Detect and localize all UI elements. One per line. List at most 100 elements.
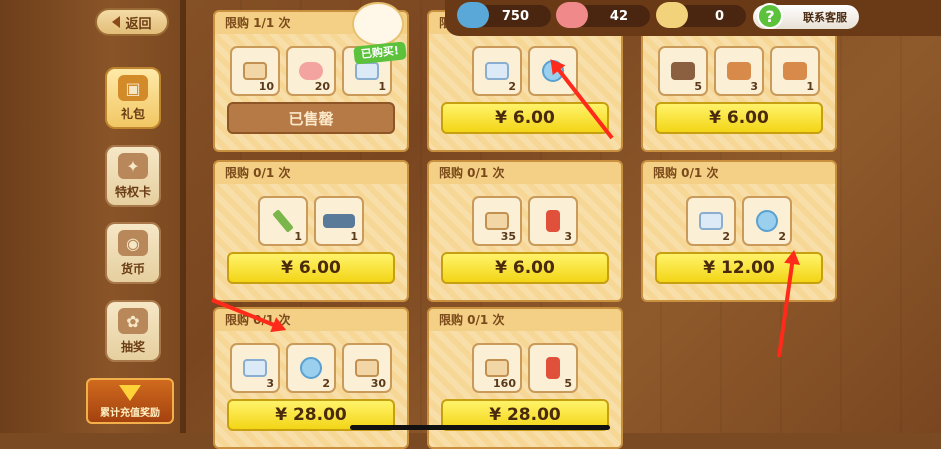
recharge-reward-button[interactable]: 累计充值奖励 xyxy=(86,378,174,424)
reward-item[interactable]: 30 xyxy=(342,343,392,393)
sidebar-item-label: 礼包 xyxy=(120,107,145,121)
gift-pack-card: 限购 0/1 次 35 3 ¥ 6.00 xyxy=(427,160,623,302)
item-count: 1 xyxy=(350,230,358,243)
buy-button[interactable]: ¥ 6.00 xyxy=(655,102,823,134)
reward-item[interactable]: 2 xyxy=(742,196,792,246)
reward-item[interactable]: 1 xyxy=(258,196,308,246)
sidebar-item-privilege-card[interactable]: ✦ 特权卡 xyxy=(105,145,161,207)
sauce-bottle-icon xyxy=(546,357,560,379)
lottery-icon: ✿ xyxy=(118,308,148,334)
currency-icon: ◉ xyxy=(118,230,148,256)
sauce-bottle-icon xyxy=(546,210,560,232)
customer-service-button[interactable]: ? 联系客服 xyxy=(753,3,859,29)
ticket-icon xyxy=(355,62,379,80)
home-indicator xyxy=(350,425,610,430)
reward-item[interactable]: 3 xyxy=(230,343,280,393)
reward-item[interactable]: 3 xyxy=(714,46,764,96)
privilege-card-icon: ✦ xyxy=(118,153,148,179)
sidebar-item-label: 货币 xyxy=(120,262,145,276)
item-count: 20 xyxy=(314,80,330,93)
pencil-icon xyxy=(272,209,294,233)
reward-item[interactable]: 10 xyxy=(230,46,280,96)
pink-fish-icon xyxy=(299,62,323,80)
ticket-icon xyxy=(485,62,509,80)
sidebar-item-label: 抽奖 xyxy=(120,340,145,354)
sidebar-item-currency[interactable]: ◉ 货币 xyxy=(105,222,161,284)
purchase-limit: 限购 0/1 次 xyxy=(225,166,291,180)
blue-coin-icon xyxy=(300,357,322,379)
item-count: 3 xyxy=(266,377,274,390)
currency-value: 42 xyxy=(609,8,628,24)
back-label: 返回 xyxy=(125,16,152,32)
currency-blue-fish: 750 xyxy=(457,2,551,28)
reward-item[interactable]: 2 xyxy=(286,343,336,393)
purchase-limit: 限购 0/1 次 xyxy=(439,313,505,327)
bento-icon xyxy=(727,62,751,80)
gift-pack-card: 限购 0/1 次 2 2 ¥ 12.00 xyxy=(641,160,837,302)
item-count: 1 xyxy=(806,80,814,93)
food-box-icon xyxy=(671,62,695,80)
sidebar-item-gift[interactable]: ▣ 礼包 xyxy=(105,67,161,129)
sidebar-item-label: 特权卡 xyxy=(114,185,151,199)
item-count: 3 xyxy=(750,80,758,93)
item-count: 10 xyxy=(258,80,274,93)
item-count: 1 xyxy=(378,80,386,93)
reward-item[interactable]: 5 xyxy=(658,46,708,96)
currency-value: 0 xyxy=(714,8,724,24)
bento-icon xyxy=(783,62,807,80)
reward-item[interactable]: 20 xyxy=(286,46,336,96)
item-count: 2 xyxy=(778,230,786,243)
reward-item[interactable]: 3 xyxy=(528,196,578,246)
ticket-icon xyxy=(699,212,723,230)
paw-ticket-icon xyxy=(485,212,509,230)
name-card-icon xyxy=(323,214,355,228)
sidebar-divider xyxy=(180,0,186,433)
item-count: 30 xyxy=(370,377,386,390)
back-button[interactable]: 返回 xyxy=(95,8,169,36)
sidebar xyxy=(0,0,185,433)
sold-out-button: 已售罄 xyxy=(227,102,395,134)
paw-ticket-icon xyxy=(355,359,379,377)
customer-service-label: 联系客服 xyxy=(803,11,847,24)
currency-ticket: 0 xyxy=(656,2,746,28)
trophy-icon xyxy=(119,385,141,401)
item-count: 3 xyxy=(564,230,572,243)
paw-ticket-icon xyxy=(485,359,509,377)
reward-item[interactable]: 5 xyxy=(528,343,578,393)
buy-button[interactable]: ¥ 6.00 xyxy=(441,252,609,284)
item-count: 160 xyxy=(493,377,516,390)
buy-button[interactable]: ¥ 6.00 xyxy=(441,102,609,134)
purchase-limit: 限购 0/1 次 xyxy=(439,166,505,180)
item-count: 2 xyxy=(722,230,730,243)
gift-icon: ▣ xyxy=(118,75,148,101)
gift-pack-card: 限购 0/1 次 1 1 ¥ 6.00 xyxy=(213,160,409,302)
pink-fish-icon xyxy=(556,2,588,28)
ticket-icon xyxy=(243,359,267,377)
item-count: 5 xyxy=(694,80,702,93)
purchased-label: 已购买! xyxy=(353,41,407,65)
item-count: 2 xyxy=(322,377,330,390)
reward-item[interactable]: 1 xyxy=(770,46,820,96)
reward-item[interactable]: 2 xyxy=(686,196,736,246)
purchase-limit: 限购 0/1 次 xyxy=(653,166,719,180)
reward-item[interactable]: 2 xyxy=(472,46,522,96)
item-count: 35 xyxy=(500,230,516,243)
purchased-badge: 已购买! xyxy=(348,0,410,65)
item-count: 2 xyxy=(508,80,516,93)
currency-pink-fish: 42 xyxy=(556,2,650,28)
buy-button[interactable]: ¥ 6.00 xyxy=(227,252,395,284)
cat-face-icon xyxy=(352,2,404,46)
paw-ticket-icon xyxy=(243,62,267,80)
blue-coin-icon xyxy=(756,210,778,232)
sidebar-item-lottery[interactable]: ✿ 抽奖 xyxy=(105,300,161,362)
reward-item[interactable]: 160 xyxy=(472,343,522,393)
back-arrow-icon xyxy=(112,16,121,28)
currency-value: 750 xyxy=(501,8,529,24)
ticket-icon xyxy=(656,2,688,28)
blue-fish-icon xyxy=(457,2,489,28)
reward-item[interactable]: 35 xyxy=(472,196,522,246)
item-count: 5 xyxy=(564,377,572,390)
reward-item[interactable]: 1 xyxy=(314,196,364,246)
item-count: 1 xyxy=(294,230,302,243)
recharge-reward-label: 累计充值奖励 xyxy=(100,408,160,419)
